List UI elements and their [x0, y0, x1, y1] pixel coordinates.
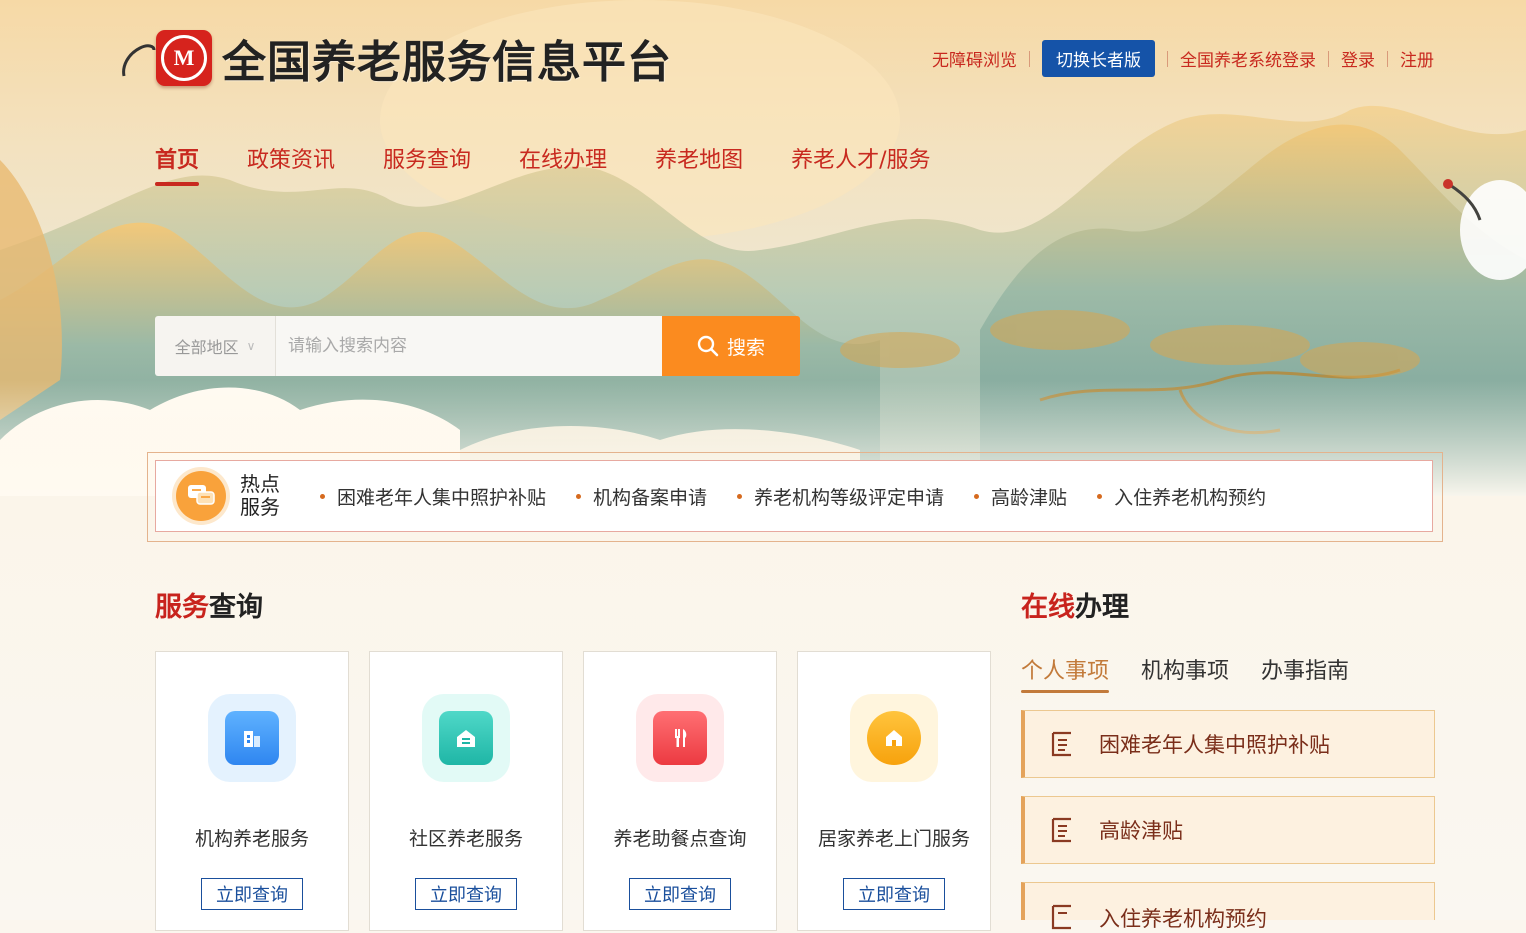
region-select[interactable]: 全部地区 ∨ — [155, 316, 276, 376]
nav-service-query[interactable]: 服务查询 — [383, 142, 471, 186]
search-button-label: 搜索 — [726, 336, 765, 359]
divider — [1029, 50, 1030, 67]
hot-item-label: 困难老年人集中照护补贴 — [337, 486, 547, 509]
hot-item[interactable]: 困难老年人集中照护补贴 — [320, 483, 546, 510]
hot-item-label: 养老机构等级评定申请 — [754, 486, 945, 509]
divider — [1328, 50, 1329, 67]
fork-knife-icon — [653, 711, 707, 765]
search-button[interactable]: 搜索 — [662, 316, 800, 376]
title-rest: 办理 — [1075, 592, 1129, 623]
query-now-button[interactable]: 立即查询 — [843, 878, 945, 910]
site-title: 全国养老服务信息平台 — [222, 37, 672, 88]
chat-bubble-icon — [176, 471, 226, 521]
service-card-community[interactable]: 社区养老服务 立即查询 — [369, 651, 563, 931]
search-icon — [697, 335, 719, 357]
tab-personal[interactable]: 个人事项 — [1021, 653, 1110, 693]
online-item[interactable]: 入住养老机构预约 — [1021, 882, 1435, 931]
divider — [1167, 50, 1168, 67]
building-icon — [225, 711, 279, 765]
card-title: 社区养老服务 — [408, 828, 523, 850]
hot-services-label: 热点 服务 — [240, 473, 286, 519]
hot-label-line1: 热点 — [240, 472, 280, 496]
card-icon-bg — [208, 694, 296, 782]
region-select-value: 全部地区 — [174, 338, 239, 357]
search-input[interactable] — [276, 316, 662, 376]
nav-home[interactable]: 首页 — [155, 142, 200, 186]
nav-policy-news[interactable]: 政策资讯 — [247, 142, 335, 186]
hot-label-line2: 服务 — [240, 495, 280, 519]
online-tabs: 个人事项 机构事项 办事指南 — [1021, 653, 1381, 693]
card-icon-bg — [422, 694, 510, 782]
service-card-meal[interactable]: 养老助餐点查询 立即查询 — [583, 651, 777, 931]
card-title: 居家养老上门服务 — [817, 828, 970, 850]
online-item-label: 入住养老机构预约 — [1099, 907, 1267, 931]
query-now-button[interactable]: 立即查询 — [415, 878, 517, 910]
document-icon — [1051, 817, 1071, 843]
service-card-home-visit[interactable]: 居家养老上门服务 立即查询 — [797, 651, 991, 931]
hot-item[interactable]: 高龄津贴 — [974, 483, 1067, 510]
hot-item-label: 高龄津贴 — [991, 486, 1068, 509]
tab-guide[interactable]: 办事指南 — [1261, 653, 1349, 693]
home-icon — [867, 711, 921, 765]
login-link[interactable]: 登录 — [1341, 46, 1375, 71]
bullet-dot — [320, 493, 325, 499]
card-icon-bg — [636, 694, 724, 782]
card-title: 机构养老服务 — [194, 828, 309, 850]
elder-mode-button[interactable]: 切换长者版 — [1042, 40, 1155, 77]
title-rest: 查询 — [209, 592, 263, 623]
civil-affairs-emblem-icon: M — [156, 30, 212, 86]
system-login-link[interactable]: 全国养老系统登录 — [1180, 46, 1316, 71]
hot-item-label: 入住养老机构预约 — [1114, 486, 1267, 509]
title-highlight: 在线 — [1021, 592, 1075, 623]
document-icon — [1051, 904, 1071, 930]
nav-talent-service[interactable]: 养老人才/服务 — [791, 142, 930, 186]
accessibility-link[interactable]: 无障碍浏览 — [932, 46, 1017, 71]
card-icon-bg — [850, 694, 938, 782]
service-card-institution[interactable]: 机构养老服务 立即查询 — [155, 651, 349, 931]
search-bar: 全部地区 ∨ 搜索 — [155, 316, 800, 376]
bullet-dot — [974, 493, 980, 499]
community-icon — [439, 711, 493, 765]
online-item[interactable]: 困难老年人集中照护补贴 — [1021, 710, 1435, 778]
top-links: 无障碍浏览 切换长者版 全国养老系统登录 登录 注册 — [932, 40, 1434, 77]
register-link[interactable]: 注册 — [1400, 46, 1434, 71]
divider — [1387, 50, 1388, 67]
online-item[interactable]: 高龄津贴 — [1021, 796, 1435, 864]
service-query-title: 服务查询 — [155, 585, 263, 624]
brush-stroke-icon — [122, 44, 156, 77]
bullet-dot — [576, 493, 582, 499]
hot-services-bar: 热点 服务 困难老年人集中照护补贴 机构备案申请 养老机构等级评定申请 高龄津贴… — [155, 460, 1433, 532]
hot-item[interactable]: 机构备案申请 — [576, 483, 707, 510]
title-highlight: 服务 — [155, 592, 209, 623]
chevron-down-icon: ∨ — [246, 339, 256, 353]
document-icon — [1051, 731, 1071, 757]
nav-online-handling[interactable]: 在线办理 — [519, 142, 607, 186]
hot-item-label: 机构备案申请 — [593, 486, 708, 509]
tab-institution[interactable]: 机构事项 — [1141, 653, 1229, 693]
query-now-button[interactable]: 立即查询 — [629, 878, 731, 910]
nav-elderly-map[interactable]: 养老地图 — [655, 142, 743, 186]
hot-item[interactable]: 养老机构等级评定申请 — [737, 483, 944, 510]
online-handling-title: 在线办理 — [1021, 585, 1129, 624]
hot-item[interactable]: 入住养老机构预约 — [1097, 483, 1266, 510]
bullet-dot — [1097, 493, 1103, 499]
main-nav: 首页 政策资讯 服务查询 在线办理 养老地图 养老人才/服务 — [155, 142, 979, 186]
card-title: 养老助餐点查询 — [613, 828, 747, 850]
site-logo[interactable]: M 全国养老服务信息平台 — [120, 26, 672, 90]
query-now-button[interactable]: 立即查询 — [201, 878, 303, 910]
bullet-dot — [737, 493, 743, 499]
online-item-label: 困难老年人集中照护补贴 — [1099, 733, 1330, 757]
online-item-label: 高龄津贴 — [1099, 819, 1183, 843]
